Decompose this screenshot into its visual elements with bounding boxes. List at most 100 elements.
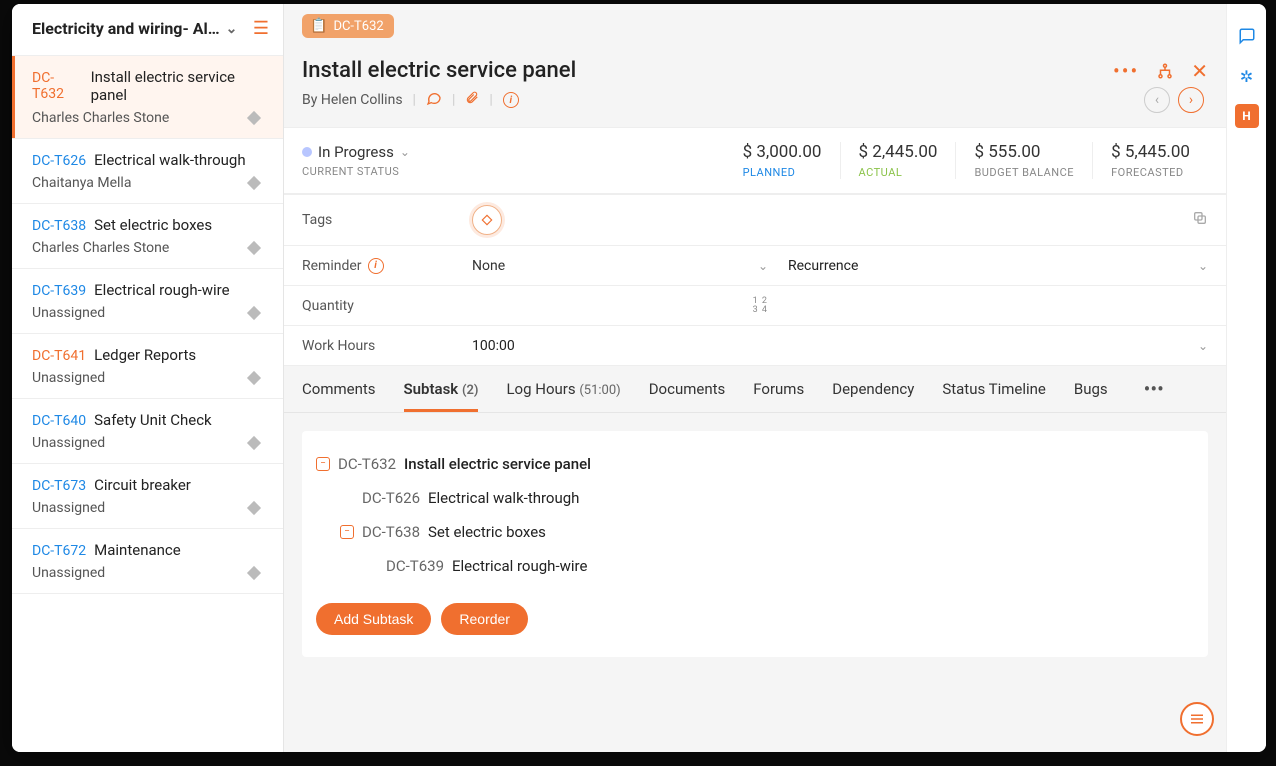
task-id: DC-T640 [32, 413, 86, 429]
task-item[interactable]: DC-T640 Safety Unit Check Unassigned [12, 399, 283, 464]
more-actions-icon[interactable]: ••• [1113, 59, 1139, 83]
tab-subtask[interactable]: Subtask (2) [404, 366, 479, 412]
tab-dependency[interactable]: Dependency [832, 366, 914, 412]
chevron-down-icon[interactable]: ⌄ [1198, 339, 1208, 353]
status-text: In Progress [318, 143, 394, 161]
sidebar: Electricity and wiring- Al… ⌄ ☰ DC-T632 … [12, 4, 284, 752]
info-icon[interactable]: i [503, 92, 519, 108]
priority-icon [247, 436, 261, 450]
fab-button[interactable] [1180, 702, 1214, 736]
task-id: DC-T626 [32, 153, 86, 169]
subtask-row[interactable]: − DC-T632 Install electric service panel [316, 447, 1194, 481]
settings-icon[interactable]: ✲ [1235, 64, 1259, 88]
subtask-id: DC-T638 [362, 523, 420, 541]
workhours-label: Work Hours [302, 338, 472, 354]
subtask-id: DC-T626 [362, 489, 420, 507]
prev-task-button[interactable]: ‹ [1144, 87, 1170, 113]
task-name: Install electric service panel [91, 68, 263, 104]
title-actions: ••• ✕ [1113, 59, 1208, 83]
attachment-icon[interactable] [465, 91, 479, 109]
workhours-value[interactable]: 100:00 [472, 338, 788, 354]
budget-column: $ 3,000.00 PLANNED [725, 142, 840, 179]
task-assignee: Charles Charles Stone [32, 110, 169, 126]
task-assignee: Unassigned [32, 500, 105, 516]
copy-icon[interactable] [1192, 210, 1208, 230]
task-list: DC-T632 Install electric service panel C… [12, 56, 283, 594]
subtask-title: Install electric service panel [404, 455, 591, 473]
recurrence-select[interactable]: Recurrence ⌄ [788, 258, 1208, 274]
status-bar: In Progress ⌄ CURRENT STATUS $ 3,000.00 … [284, 127, 1226, 194]
collapse-box-icon[interactable]: − [316, 457, 330, 471]
breadcrumb-text: DC-T632 [333, 19, 383, 34]
comment-icon[interactable] [426, 90, 442, 110]
tags-row: Tags [284, 195, 1226, 246]
status-label: CURRENT STATUS [302, 165, 725, 178]
task-item[interactable]: DC-T672 Maintenance Unassigned [12, 529, 283, 594]
clipboard-icon: 📋 [310, 18, 327, 34]
budget-column: $ 5,445.00 FORECASTED [1092, 142, 1208, 179]
subtask-title: Set electric boxes [428, 523, 546, 541]
task-assignee: Unassigned [32, 305, 105, 321]
task-name: Ledger Reports [94, 346, 196, 364]
task-name: Electrical rough-wire [94, 281, 229, 299]
subtask-id: DC-T639 [386, 557, 444, 575]
task-name: Set electric boxes [94, 216, 212, 234]
reorder-button[interactable]: Reorder [441, 603, 528, 635]
task-id: DC-T638 [32, 218, 86, 234]
subtask-title: Electrical walk-through [428, 489, 579, 507]
task-item[interactable]: DC-T626 Electrical walk-through Chaitany… [12, 139, 283, 204]
task-name: Circuit breaker [94, 476, 191, 494]
hierarchy-icon[interactable] [1153, 59, 1177, 83]
task-item[interactable]: DC-T641 Ledger Reports Unassigned [12, 334, 283, 399]
priority-icon [247, 371, 261, 385]
info-icon[interactable]: i [368, 258, 384, 274]
add-subtask-button[interactable]: Add Subtask [316, 603, 431, 635]
add-tag-icon[interactable] [472, 205, 502, 235]
chat-icon[interactable] [1235, 24, 1259, 48]
priority-icon [247, 566, 261, 580]
tabs-more-icon[interactable]: ••• [1144, 377, 1164, 401]
breadcrumb-chip[interactable]: 📋 DC-T632 [302, 14, 394, 38]
budget-value: $ 2,445.00 [859, 142, 938, 162]
help-icon[interactable]: H [1235, 104, 1259, 128]
task-item[interactable]: DC-T632 Install electric service panel C… [12, 56, 283, 139]
chevron-down-icon: ⌄ [226, 21, 238, 37]
status-block[interactable]: In Progress ⌄ CURRENT STATUS [302, 143, 725, 178]
author-line: By Helen Collins | | | i [302, 90, 519, 110]
task-item[interactable]: DC-T673 Circuit breaker Unassigned [12, 464, 283, 529]
sidebar-title-dropdown[interactable]: Electricity and wiring- Al… ⌄ [32, 19, 237, 38]
priority-icon [247, 501, 261, 515]
collapse-box-icon[interactable]: − [340, 525, 354, 539]
task-id: DC-T641 [32, 348, 86, 364]
tags-label: Tags [302, 212, 472, 228]
workhours-row: Work Hours 100:00 ⌄ [284, 326, 1226, 366]
reminder-select[interactable]: None ⌄ [472, 258, 788, 274]
collapse-sidebar-icon[interactable]: ☰ [253, 18, 269, 39]
subtask-row[interactable]: − DC-T638 Set electric boxes [316, 515, 1194, 549]
quantity-label: Quantity [302, 298, 472, 314]
subtask-row[interactable]: DC-T626 Electrical walk-through [316, 481, 1194, 515]
subtask-panel: − DC-T632 Install electric service panel… [302, 431, 1208, 657]
budget-label: ACTUAL [859, 166, 938, 179]
quantity-field[interactable]: 1 23 4 [472, 297, 788, 315]
tab-status-timeline[interactable]: Status Timeline [942, 366, 1046, 412]
task-item[interactable]: DC-T638 Set electric boxes Charles Charl… [12, 204, 283, 269]
task-id: DC-T632 [32, 70, 83, 102]
title-row: Install electric service panel ••• ✕ [284, 48, 1226, 87]
next-task-button[interactable]: › [1178, 87, 1204, 113]
close-icon[interactable]: ✕ [1191, 59, 1208, 83]
tab-loghours[interactable]: Log Hours (51:00) [506, 366, 620, 412]
tab-forums[interactable]: Forums [753, 366, 804, 412]
tab-documents[interactable]: Documents [649, 366, 726, 412]
tab-comments[interactable]: Comments [302, 366, 376, 412]
budget-value: $ 3,000.00 [743, 142, 822, 162]
subtask-row[interactable]: DC-T639 Electrical rough-wire [316, 549, 1194, 583]
task-title: Install electric service panel [302, 58, 576, 83]
task-item[interactable]: DC-T639 Electrical rough-wire Unassigned [12, 269, 283, 334]
quantity-row: Quantity 1 23 4 [284, 286, 1226, 326]
chevron-down-icon: ⌄ [758, 259, 768, 273]
grid-icon: 1 23 4 [753, 297, 768, 315]
tab-bugs[interactable]: Bugs [1074, 366, 1108, 412]
sidebar-title-text: Electricity and wiring- Al… [32, 19, 220, 38]
subtask-title: Electrical rough-wire [452, 557, 587, 575]
